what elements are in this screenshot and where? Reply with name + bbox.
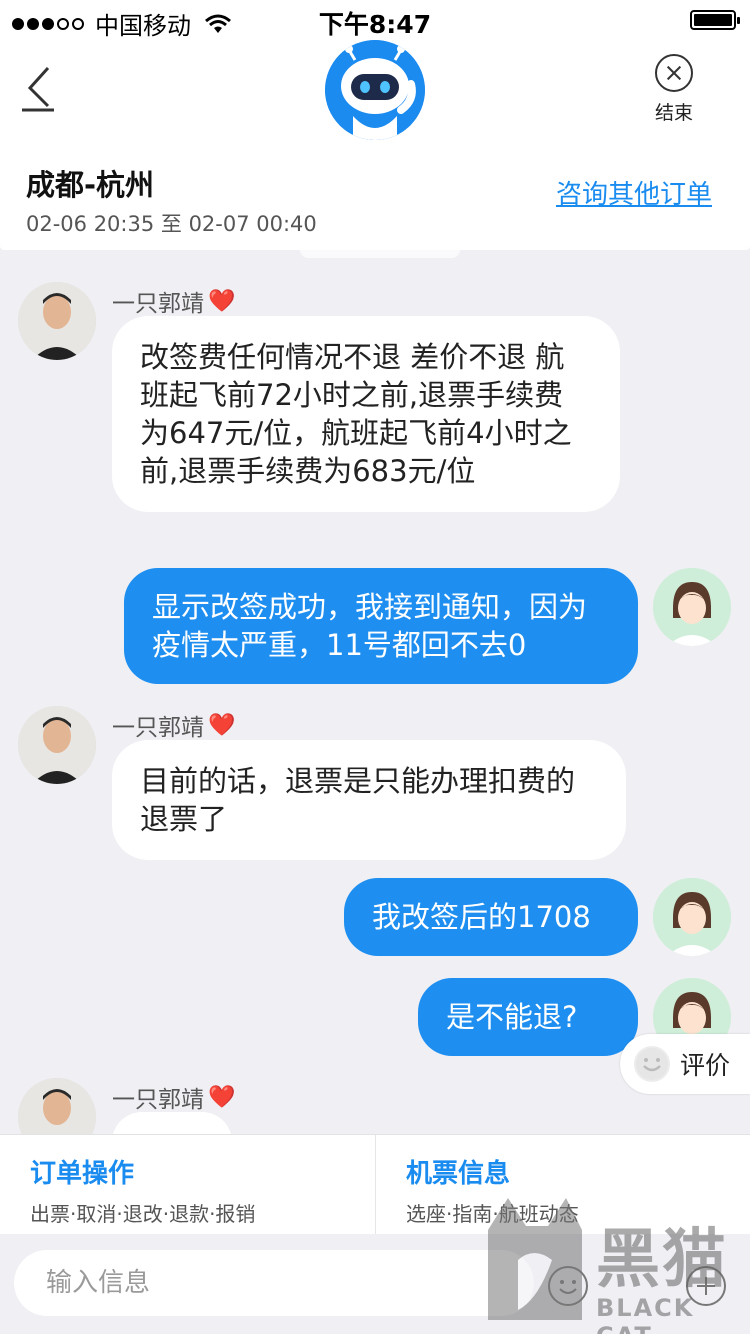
robot-assistant-avatar	[325, 40, 425, 140]
order-operations-button[interactable]: 订单操作 出票·取消·退改·退款·报销	[0, 1135, 375, 1234]
heart-icon: ❤️	[208, 1084, 236, 1110]
battery-icon	[690, 10, 740, 30]
heart-icon: ❤️	[208, 712, 236, 738]
user-message-bubble: 我改签后的1708	[344, 878, 638, 956]
agent-message-bubble: 目前的话，退票是只能办理扣费的退票了	[112, 740, 626, 860]
watermark-subtext: BLACK CAT	[596, 1294, 695, 1334]
status-time: 下午8:47	[318, 10, 432, 39]
agent-name: 一只郭靖 ❤️	[112, 1080, 235, 1114]
agent-name-text: 一只郭靖	[112, 715, 204, 741]
user-message-bubble: 显示改签成功，我接到通知，因为疫情太严重，11号都回不去0	[124, 568, 638, 684]
flight-route: 成都-杭州	[26, 168, 155, 202]
status-bar: 中国移动 下午8:47	[0, 0, 750, 40]
end-chat-button[interactable]: 结束	[640, 54, 708, 125]
heart-icon: ❤️	[208, 288, 236, 314]
chat-area[interactable]: 一只郭靖 ❤️ 改签费任何情况不退 差价不退 航班起飞前72小时之前,退票手续费…	[0, 250, 750, 1134]
smiley-icon	[634, 1046, 670, 1082]
agent-message-bubble: 改签费任何情况不退 差价不退 航班起飞前72小时之前,退票手续费为647元/位，…	[112, 316, 620, 512]
agent-name: 一只郭靖 ❤️	[112, 708, 235, 742]
rate-label: 评价	[680, 1051, 731, 1080]
action-title: 订单操作	[30, 1159, 135, 1189]
agent-name: 一只郭靖 ❤️	[112, 284, 235, 318]
watermark-text: 黑猫	[596, 1223, 728, 1297]
previous-message-edge	[300, 250, 460, 258]
other-orders-link[interactable]: 咨询其他订单	[556, 174, 712, 211]
flight-time-range: 02-06 20:35 至 02-07 00:40	[26, 212, 317, 236]
end-chat-label: 结束	[654, 102, 693, 124]
back-arrow-icon	[22, 66, 54, 112]
close-circle-icon	[655, 54, 693, 92]
nav-bar: 结束	[0, 40, 750, 152]
back-button[interactable]	[18, 64, 62, 112]
agent-avatar[interactable]	[18, 282, 96, 360]
action-title: 机票信息	[406, 1159, 511, 1189]
agent-name-text: 一只郭靖	[112, 1087, 204, 1113]
agent-message-bubble	[112, 1112, 232, 1134]
agent-avatar[interactable]	[18, 1078, 96, 1134]
cat-logo-icon	[488, 1198, 582, 1320]
user-message-bubble: 是不能退?	[418, 978, 638, 1056]
agent-avatar[interactable]	[18, 706, 96, 784]
rate-button[interactable]: 评价	[620, 1034, 750, 1094]
order-header: 成都-杭州 02-06 20:35 至 02-07 00:40 咨询其他订单	[0, 152, 750, 250]
message-input[interactable]	[14, 1250, 534, 1316]
user-avatar[interactable]	[653, 878, 731, 956]
black-cat-watermark: 黑猫 BLACK CAT	[478, 1190, 750, 1334]
agent-name-text: 一只郭靖	[112, 291, 204, 317]
action-subtitle: 出票·取消·退改·退款·报销	[30, 1202, 256, 1226]
user-avatar[interactable]	[653, 568, 731, 646]
